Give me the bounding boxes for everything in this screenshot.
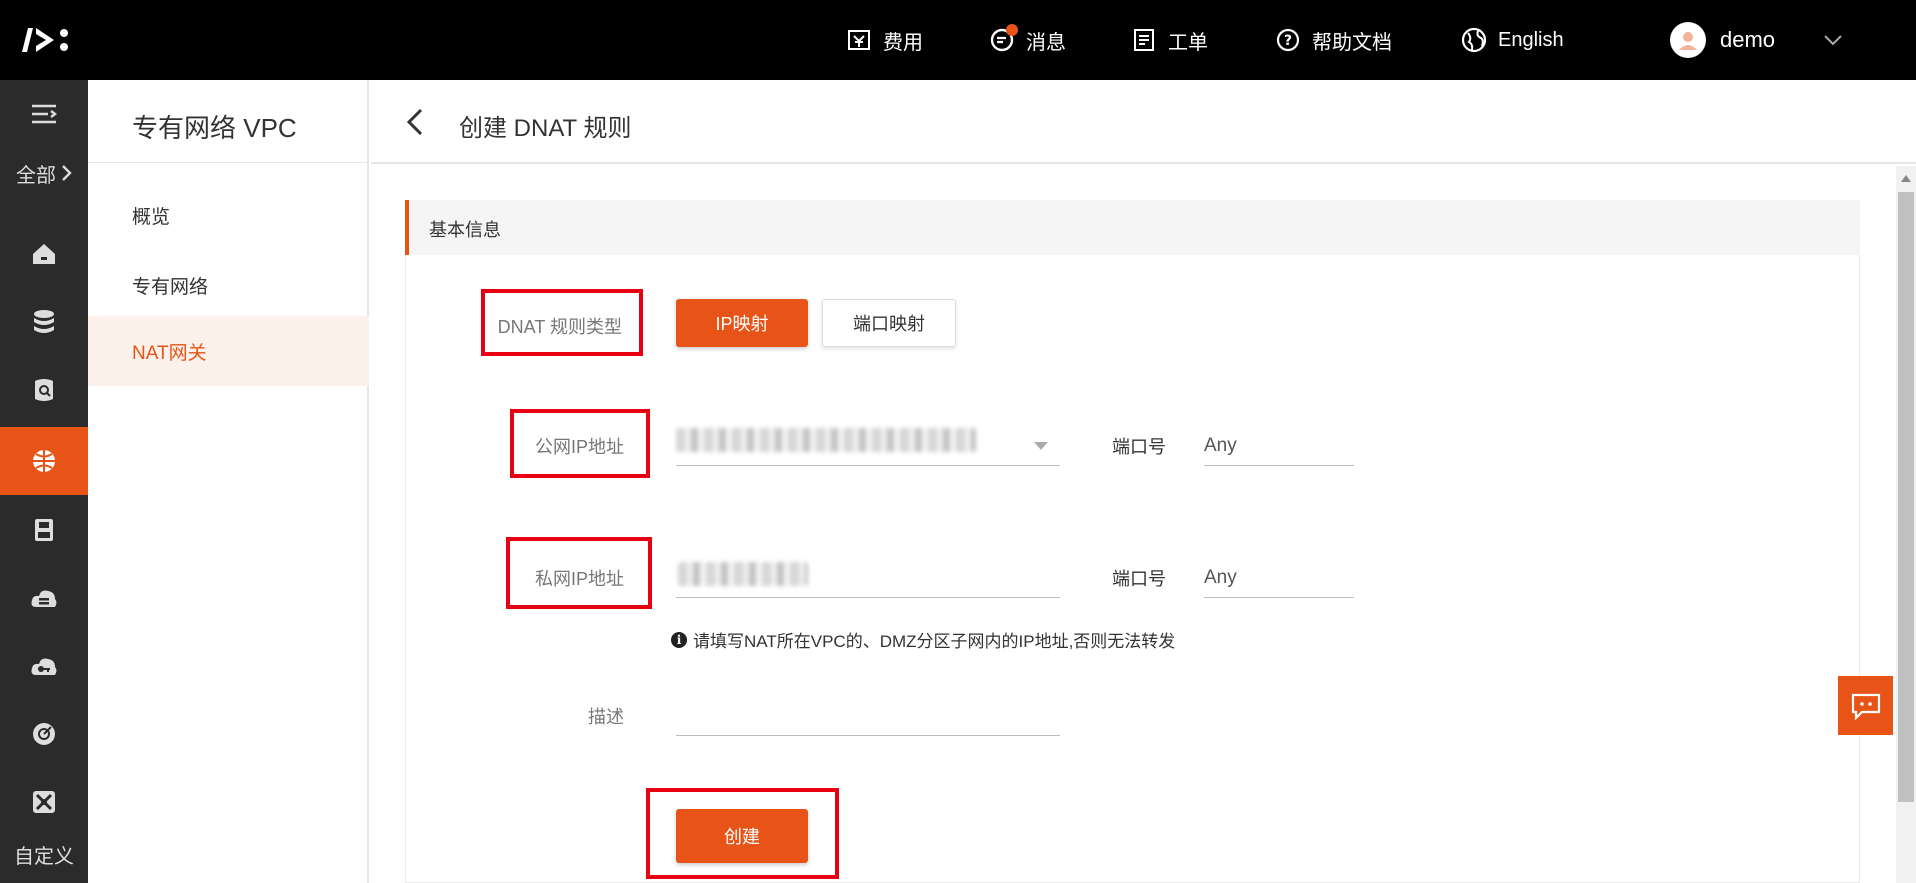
custom-label[interactable]: 自定义 xyxy=(0,840,88,869)
page-header: 创建 DNAT 规则 xyxy=(371,80,1916,164)
scroll-up-arrow[interactable] xyxy=(1896,168,1916,188)
chevron-right-icon xyxy=(62,165,72,181)
unread-dot xyxy=(1006,24,1018,36)
language-label: English xyxy=(1498,28,1564,51)
message-label: 消息 xyxy=(1026,31,1066,54)
private-port-label: 端口号 xyxy=(1112,569,1166,589)
message-icon xyxy=(988,24,1018,54)
all-products-button[interactable]: 全部 xyxy=(0,153,88,193)
radar-icon xyxy=(33,723,55,745)
scrollbar-thumb[interactable] xyxy=(1898,192,1914,802)
collapse-menu-button[interactable] xyxy=(0,80,88,148)
all-products-label: 全部 xyxy=(16,164,56,187)
description-input[interactable] xyxy=(676,690,1060,736)
globe-network-icon xyxy=(33,450,55,472)
rail-monitor[interactable] xyxy=(0,700,88,768)
fee-label: 费用 xyxy=(883,31,923,54)
home-icon xyxy=(33,244,55,264)
caret-down-icon xyxy=(1034,442,1048,450)
grid-icon xyxy=(33,791,55,813)
rail-custom[interactable] xyxy=(0,768,88,836)
rail-cloud-key[interactable] xyxy=(0,632,88,700)
top-bar: 费用 消息 工单 ? 帮助文档 English demo xyxy=(0,0,1916,80)
help-docs-menu[interactable]: ? 帮助文档 xyxy=(1274,0,1392,80)
disk-icon xyxy=(35,519,53,541)
username: demo xyxy=(1720,27,1776,52)
fee-menu[interactable]: 费用 xyxy=(845,0,923,80)
back-arrow-icon[interactable] xyxy=(401,106,431,138)
info-icon: i xyxy=(671,631,687,648)
create-button[interactable]: 创建 xyxy=(676,809,808,863)
avatar xyxy=(1670,22,1706,58)
user-menu[interactable]: demo xyxy=(1670,0,1843,80)
redacted-private-ip xyxy=(678,562,808,586)
storage-search-icon xyxy=(35,379,53,401)
highlight-private-ip xyxy=(506,537,652,609)
rail-network[interactable] xyxy=(0,427,88,495)
fee-icon xyxy=(845,26,873,54)
svg-text:?: ? xyxy=(1284,33,1292,49)
ticket-icon xyxy=(1130,26,1158,54)
redacted-public-ip xyxy=(676,428,976,452)
rail-home[interactable] xyxy=(0,220,88,288)
rail-cloud-server[interactable] xyxy=(0,564,88,632)
description-label: 描述 xyxy=(588,707,624,727)
section-title: 基本信息 xyxy=(429,220,501,240)
public-port-label: 端口号 xyxy=(1112,437,1166,457)
private-port-input[interactable]: Any xyxy=(1204,552,1354,598)
chat-icon xyxy=(1851,693,1880,720)
divider xyxy=(88,162,369,163)
sidebar-item-vpc[interactable]: 专有网络 xyxy=(88,250,369,320)
sidebar-item-nat-gateway[interactable]: NAT网关 xyxy=(88,316,369,386)
menu-icon xyxy=(32,104,57,124)
hint-text: 请填写NAT所在VPC的、DMZ分区子网内的IP地址,否则无法转发 xyxy=(693,632,1176,651)
highlight-public-ip xyxy=(510,409,650,478)
sidebar-item-overview[interactable]: 概览 xyxy=(88,180,369,250)
globe-icon xyxy=(1460,26,1488,54)
private-ip-hint: i 请填写NAT所在VPC的、DMZ分区子网内的IP地址,否则无法转发 xyxy=(671,627,1175,652)
brand-logo[interactable] xyxy=(18,22,78,58)
cloud-key-icon xyxy=(31,658,57,675)
language-switch[interactable]: English xyxy=(1460,0,1564,80)
private-ip-input[interactable] xyxy=(676,552,1060,598)
chat-support-button[interactable] xyxy=(1838,676,1893,735)
help-label: 帮助文档 xyxy=(1312,31,1392,54)
ip-mapping-option[interactable]: IP映射 xyxy=(676,299,808,347)
ticket-label: 工单 xyxy=(1168,31,1208,54)
message-menu[interactable]: 消息 xyxy=(988,0,1066,80)
chevron-down-icon xyxy=(1823,29,1843,52)
sidebar-title: 专有网络 VPC xyxy=(132,113,297,143)
public-port-input[interactable]: Any xyxy=(1204,420,1354,466)
vpc-sidebar: 专有网络 VPC 概览 专有网络 NAT网关 xyxy=(88,80,369,883)
rail-database[interactable] xyxy=(0,288,88,356)
product-rail: 全部 自定义 xyxy=(0,80,88,883)
section-header: 基本信息 xyxy=(405,200,1860,255)
ticket-menu[interactable]: 工单 xyxy=(1130,0,1208,80)
database-icon xyxy=(34,310,54,333)
rail-storage-search[interactable] xyxy=(0,356,88,424)
highlight-rule-type xyxy=(481,289,643,356)
cloud-server-icon xyxy=(31,590,57,607)
help-icon: ? xyxy=(1274,26,1302,54)
page-title: 创建 DNAT 规则 xyxy=(459,115,632,142)
public-ip-select[interactable] xyxy=(676,420,1060,466)
port-mapping-option[interactable]: 端口映射 xyxy=(822,299,956,347)
rail-disk[interactable] xyxy=(0,496,88,564)
